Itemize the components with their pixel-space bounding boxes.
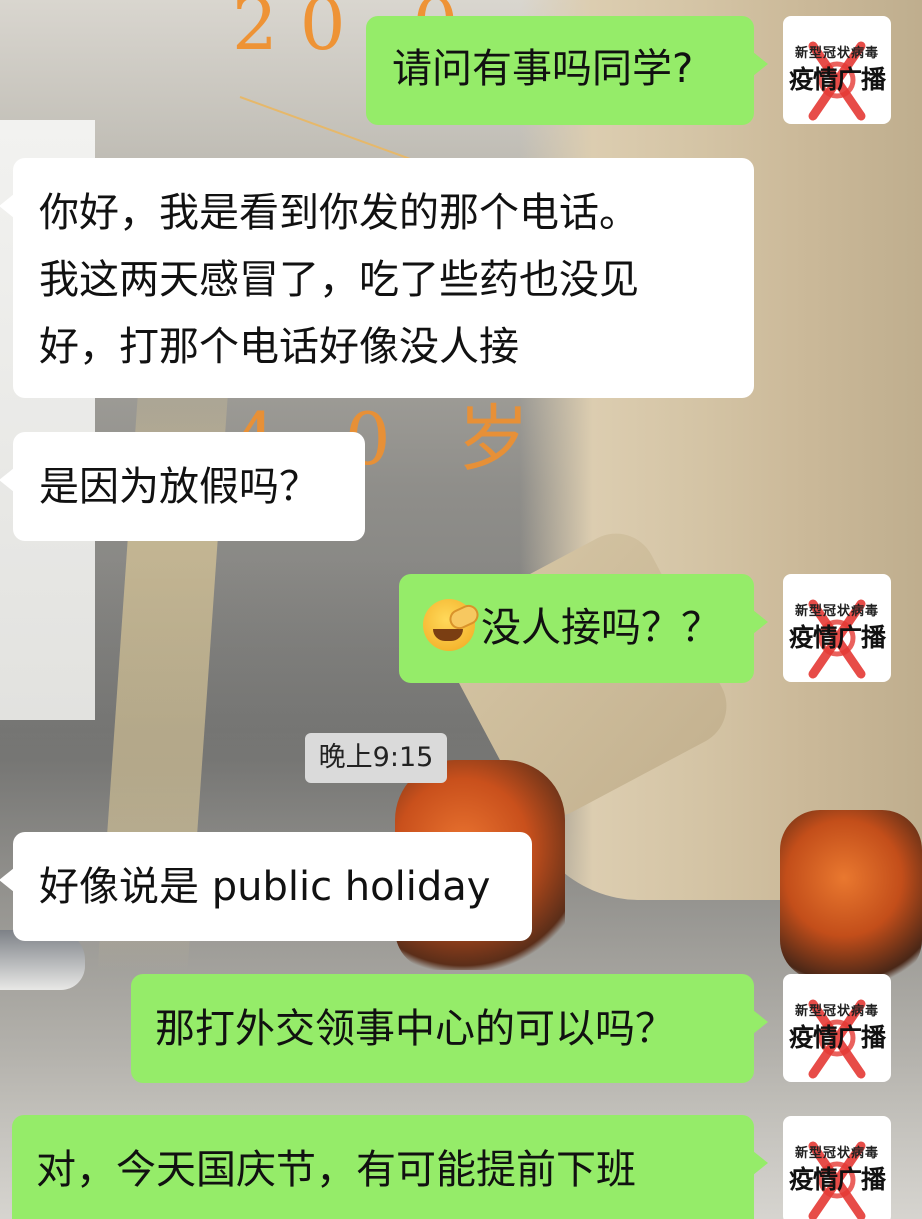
message-timestamp: 晚上9:15 [305,733,447,783]
message-bubble-outgoing[interactable]: 没人接吗？？ [399,574,768,683]
message-bubble-outgoing[interactable]: 对，今天国庆节，有可能提前下班 [12,1115,768,1219]
message-bubble-outgoing[interactable]: 那打外交领事中心的可以吗？ [131,974,768,1083]
avatar[interactable]: 新型冠状病毒 疫情广播 [783,574,891,682]
message-text-line-3: 好，打那个电话好像没人接 [39,324,519,370]
face-with-hand-over-eyes-emoji [423,599,475,651]
message-text: 对，今天国庆节，有可能提前下班 [36,1147,636,1193]
avatar[interactable]: 新型冠状病毒 疫情广播 [783,974,891,1082]
avatar-top-text: 新型冠状病毒 [794,604,879,619]
message-text: 那打外交领事中心的可以吗？ [155,1006,675,1052]
avatar-top-text: 新型冠状病毒 [794,1146,879,1161]
message-text: 没人接吗？？ [481,605,721,651]
message-text-line-1: 你好，我是看到你发的那个电话。 [39,190,639,236]
avatar[interactable]: 新型冠状病毒 疫情广播 [783,16,891,124]
background-sneaker-right [780,810,922,980]
avatar-top-text: 新型冠状病毒 [794,46,879,61]
message-bubble-incoming[interactable]: 是因为放假吗？ [0,432,365,541]
message-bubble-outgoing[interactable]: 请问有事吗同学? [366,16,768,125]
avatar[interactable]: 新型冠状病毒 疫情广播 [783,1116,891,1219]
message-text: 好像说是 public holiday [39,864,491,910]
message-bubble-incoming[interactable]: 好像说是 public holiday [0,832,532,941]
avatar-top-text: 新型冠状病毒 [794,1004,879,1019]
avatar-big-text: 疫情广播 [788,1165,886,1194]
avatar-big-text: 疫情广播 [788,65,886,94]
message-text-line-2: 我这两天感冒了，吃了些药也没见 [39,257,639,303]
avatar-big-text: 疫情广播 [788,1023,886,1052]
message-text: 是因为放假吗？ [39,464,319,510]
avatar-big-text: 疫情广播 [788,623,886,652]
message-bubble-incoming[interactable]: 你好，我是看到你发的那个电话。 我这两天感冒了，吃了些药也没见 好，打那个电话好… [0,158,754,398]
message-text: 请问有事吗同学? [392,46,694,92]
